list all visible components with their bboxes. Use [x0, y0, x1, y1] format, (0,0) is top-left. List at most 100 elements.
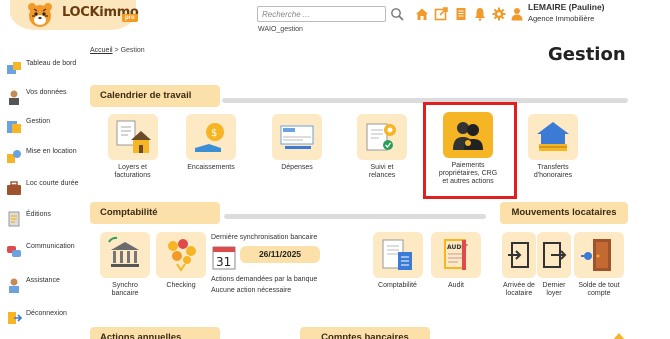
- home-icon[interactable]: [415, 7, 429, 21]
- tile-expenses[interactable]: Dépenses: [270, 114, 324, 172]
- dashboard-icon: [7, 62, 21, 74]
- tile-label: bancaire: [111, 290, 139, 297]
- tile-final-settlement[interactable]: Solde de tout compte: [572, 232, 626, 298]
- logout-icon: [8, 312, 22, 324]
- sidebar-item-assistance[interactable]: Assistance: [6, 277, 60, 293]
- suitcase-icon: [7, 181, 21, 195]
- sidebar-item-label: Éditions: [26, 211, 51, 218]
- sidebar-item-dashboard[interactable]: Tableau de bord: [6, 60, 76, 76]
- editions-icon: [8, 211, 20, 227]
- user-agency: Agence Immobilière: [528, 14, 595, 23]
- tile-bank-sync[interactable]: Synchro bancaire: [98, 232, 152, 298]
- tile-label: Solde de tout: [578, 282, 620, 289]
- sidebar-item-label: Communication: [26, 243, 75, 250]
- sidebar-item-communication[interactable]: Communication: [6, 243, 75, 259]
- calendar-day: 31: [216, 255, 231, 269]
- app-root: LOCKimmo pro WAIO_gestion LEMAIRE (Pauli…: [0, 0, 670, 339]
- sidebar-item-data[interactable]: Vos données: [6, 89, 66, 105]
- tile-label: relances: [368, 172, 396, 179]
- final-settlement-icon: [574, 232, 624, 278]
- bell-icon[interactable]: [473, 7, 487, 21]
- last-rent-icon: [537, 232, 571, 278]
- expenses-icon: [272, 114, 322, 160]
- svg-text:$: $: [211, 128, 217, 139]
- tile-label: Audit: [448, 282, 464, 289]
- tile-label: d'honoraires: [533, 172, 573, 179]
- tile-fee-transfers[interactable]: Transferts d'honoraires: [525, 114, 581, 180]
- tile-label: locataire: [505, 290, 533, 297]
- sidebar-item-short-rental[interactable]: Loc courte durée: [6, 180, 79, 196]
- tenant-arrival-icon: [502, 232, 536, 278]
- tile-label: compte: [587, 290, 611, 297]
- page-title: Gestion: [548, 44, 626, 65]
- highlight-frame: [423, 102, 517, 199]
- sidebar-item-label: Vos données: [26, 89, 67, 96]
- tile-checking[interactable]: Checking: [154, 232, 208, 290]
- person-icon: [9, 90, 19, 105]
- section-title-bank-accounts: Comptes bancaires: [300, 327, 430, 339]
- logo-pro-badge: pro: [122, 14, 138, 22]
- calendar-icon: 31: [212, 246, 236, 270]
- search-input[interactable]: [257, 6, 386, 22]
- tile-accounting[interactable]: Comptabilité: [370, 232, 425, 290]
- sidebar-item-label: Mise en location: [26, 148, 77, 155]
- tile-label: Loyers et: [118, 164, 147, 171]
- tile-tenant-arrival[interactable]: Arrivée de locataire: [500, 232, 538, 298]
- agency-code: WAIO_gestion: [258, 26, 303, 33]
- sync-label: Dernière synchronisation bancaire: [211, 234, 318, 241]
- app-logo[interactable]: LOCKimmo pro: [10, 0, 139, 30]
- tile-label: Comptabilité: [378, 282, 417, 289]
- tile-label: Dernier: [542, 282, 566, 289]
- breadcrumb-separator: >: [114, 47, 119, 54]
- partial-icon: [613, 333, 625, 339]
- tile-last-rent[interactable]: Dernier loyer: [536, 232, 572, 298]
- section-title-accounting: Comptabilité: [90, 202, 220, 224]
- gear-icon[interactable]: [492, 7, 506, 21]
- rental-icon: [7, 150, 21, 163]
- sidebar-item-label: Tableau de bord: [26, 60, 77, 67]
- tile-rent-billing[interactable]: Loyers et facturations: [105, 114, 160, 180]
- user-icon[interactable]: [510, 7, 524, 21]
- tile-label: Encaissements: [187, 164, 235, 171]
- user-name: LEMAIRE (Pauline): [528, 2, 605, 12]
- breadcrumb-home-link[interactable]: Accueil: [90, 47, 113, 54]
- follow-up-icon: [357, 114, 407, 160]
- actions-label: Actions demandées par la banque: [211, 276, 318, 283]
- sidebar-item-label: Gestion: [26, 118, 51, 125]
- external-link-icon[interactable]: [434, 7, 448, 21]
- section-title-tenant-movements: Mouvements locataires: [500, 202, 628, 224]
- tile-label: Checking: [166, 282, 196, 289]
- tile-label: Transferts: [537, 164, 569, 171]
- search-icon[interactable]: [390, 7, 404, 21]
- bank-sync-icon: [100, 232, 150, 278]
- accounting-icon: [372, 232, 423, 278]
- tile-collections[interactable]: $ Encaissements: [183, 114, 239, 172]
- sidebar-item-management[interactable]: Gestion: [6, 118, 50, 134]
- section-divider: [224, 214, 486, 219]
- tile-follow-up[interactable]: Suivi et relances: [355, 114, 409, 180]
- communication-icon: [7, 246, 21, 257]
- management-icon: [7, 121, 21, 133]
- audit-icon: AUDIT: [431, 232, 481, 278]
- actions-value: Aucune action nécessaire: [211, 287, 292, 294]
- tile-label: Suivi et: [370, 164, 394, 171]
- collections-icon: $: [186, 114, 236, 160]
- assistance-icon: [9, 278, 19, 293]
- tile-label: Synchro: [112, 282, 138, 289]
- rent-billing-icon: [107, 114, 158, 160]
- tile-label: Arrivée de: [503, 282, 535, 289]
- tile-audit[interactable]: AUDIT Audit: [428, 232, 484, 290]
- tile-label: facturations: [114, 172, 151, 179]
- sidebar-item-label: Assistance: [26, 277, 60, 284]
- fee-transfers-icon: [528, 114, 578, 160]
- sync-date-badge: 26/11/2025: [240, 246, 320, 263]
- sidebar-item-editions[interactable]: Éditions: [6, 211, 51, 227]
- checking-icon: [156, 232, 206, 278]
- section-title-annual-actions: Actions annuelles: [90, 327, 220, 339]
- breadcrumb-current: Gestion: [120, 47, 145, 54]
- document-icon[interactable]: [454, 7, 468, 21]
- sidebar-item-logout[interactable]: Déconnexion: [6, 310, 67, 326]
- breadcrumb: Accueil > Gestion: [90, 47, 145, 54]
- sidebar-item-rental[interactable]: Mise en location: [6, 148, 77, 164]
- sidebar-item-label: Loc courte durée: [26, 180, 79, 187]
